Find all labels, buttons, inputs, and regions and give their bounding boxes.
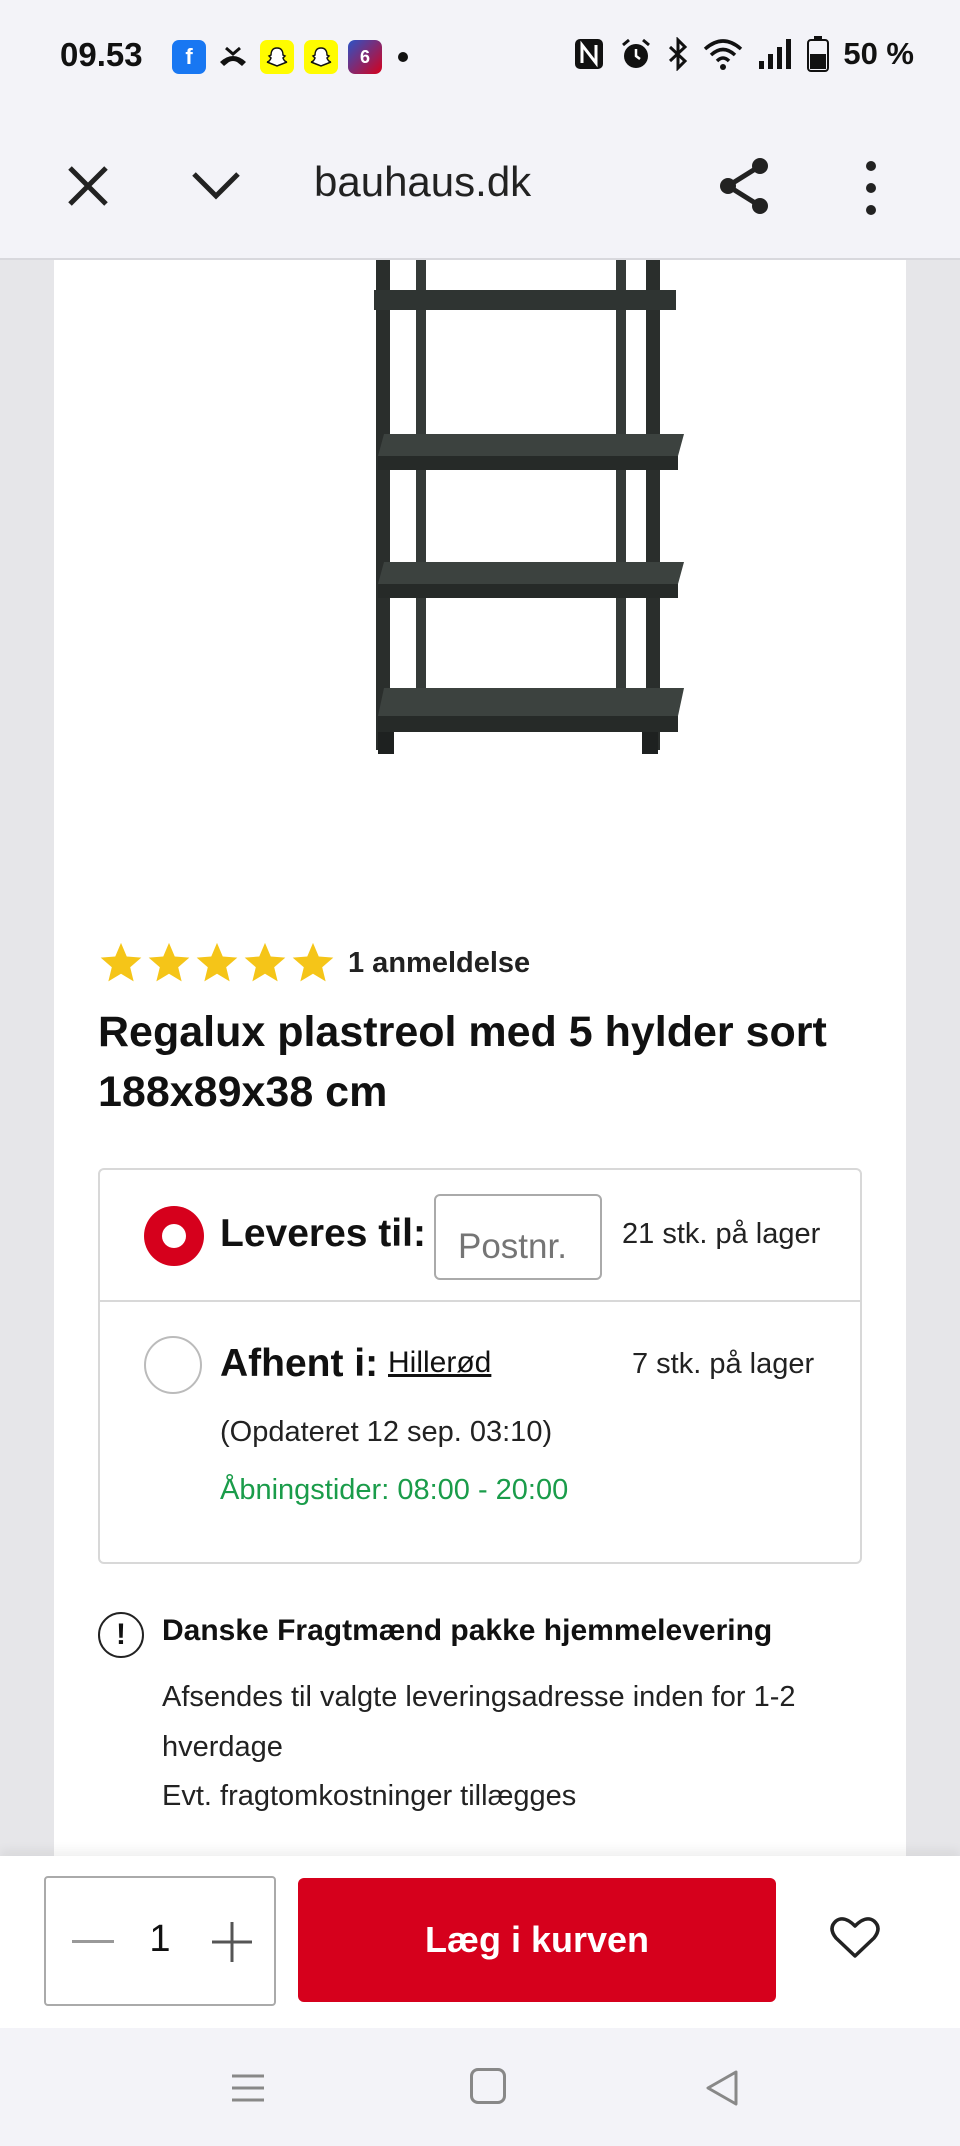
rating-stars xyxy=(98,940,336,986)
alarm-icon xyxy=(622,38,651,68)
stock-updated: (Opdateret 12 sep. 03:10) xyxy=(220,1416,553,1448)
star-icon xyxy=(244,942,286,982)
pickup-label: Afhent i: xyxy=(220,1342,379,1385)
product-title: Regalux plastreol med 5 hylder sort 188x… xyxy=(98,1008,827,1116)
shipping-line-2: Evt. fragtomkostninger tillægges xyxy=(162,1780,577,1812)
share-icon[interactable] xyxy=(714,154,774,218)
status-right: 50 % xyxy=(573,36,914,72)
signal-icon xyxy=(759,39,792,69)
delivery-options: Leveres til: 21 stk. på lager Afhent i: … xyxy=(98,1168,862,1564)
notification-icons: f 6 xyxy=(172,40,408,74)
review-count[interactable]: 1 anmeldelse xyxy=(348,947,530,980)
info-icon: ! xyxy=(98,1612,144,1658)
status-time: 09.53 xyxy=(60,36,143,73)
tv2-icon: 6 xyxy=(348,40,382,74)
star-icon xyxy=(196,942,238,982)
snapchat-icon xyxy=(304,40,338,74)
shipping-line-1: Afsendes til valgte leveringsadresse ind… xyxy=(162,1681,796,1763)
radio-selected[interactable] xyxy=(144,1206,204,1266)
add-to-cart-bar: 1 Læg i kurven xyxy=(0,1856,960,2028)
battery-icon xyxy=(807,36,830,72)
product-rating[interactable]: 1 anmeldelse xyxy=(98,940,530,986)
close-icon[interactable] xyxy=(60,158,116,214)
back-icon[interactable] xyxy=(702,2068,742,2108)
heart-icon[interactable] xyxy=(830,1916,880,1960)
system-nav-bar xyxy=(0,2028,960,2146)
delivery-option-pickup[interactable]: Afhent i: Hillerød 7 stk. på lager (Opda… xyxy=(100,1302,860,1564)
home-icon[interactable] xyxy=(470,2068,506,2104)
battery-percent: 50 % xyxy=(843,36,914,71)
product-image[interactable] xyxy=(354,260,694,800)
radio-unselected[interactable] xyxy=(144,1336,202,1394)
wifi-icon xyxy=(704,39,743,70)
store-link[interactable]: Hillerød xyxy=(388,1346,491,1380)
status-bar: 09.53 f 6 50 % xyxy=(0,0,960,118)
shipping-title: Danske Fragtmænd pakke hjemmelevering xyxy=(162,1614,773,1647)
snapchat-icon xyxy=(260,40,294,74)
star-icon xyxy=(292,942,334,982)
missed-call-icon xyxy=(216,40,250,74)
chevron-down-icon[interactable] xyxy=(188,158,244,214)
deliver-label: Leveres til: xyxy=(220,1212,426,1255)
star-icon xyxy=(148,942,190,982)
plus-icon[interactable] xyxy=(210,1920,254,1964)
star-icon xyxy=(100,942,142,982)
browser-toolbar: bauhaus.dk xyxy=(0,118,960,260)
delivery-option-ship[interactable]: Leveres til: 21 stk. på lager xyxy=(100,1170,860,1302)
more-options-icon[interactable] xyxy=(856,158,886,218)
quantity-stepper: 1 xyxy=(44,1876,276,2006)
recent-apps-icon[interactable] xyxy=(228,2068,268,2108)
url-domain[interactable]: bauhaus.dk xyxy=(314,158,531,206)
deliver-stock: 21 stk. på lager xyxy=(622,1218,821,1250)
add-to-cart-button[interactable]: Læg i kurven xyxy=(298,1878,776,2002)
postnr-input[interactable] xyxy=(434,1194,602,1280)
opening-hours: Åbningstider: 08:00 - 20:00 xyxy=(220,1474,569,1506)
nfc-icon xyxy=(575,39,604,69)
more-notifications-dot xyxy=(398,52,408,62)
bluetooth-icon xyxy=(669,37,688,71)
facebook-icon: f xyxy=(172,40,206,74)
pickup-stock: 7 stk. på lager xyxy=(632,1348,815,1380)
